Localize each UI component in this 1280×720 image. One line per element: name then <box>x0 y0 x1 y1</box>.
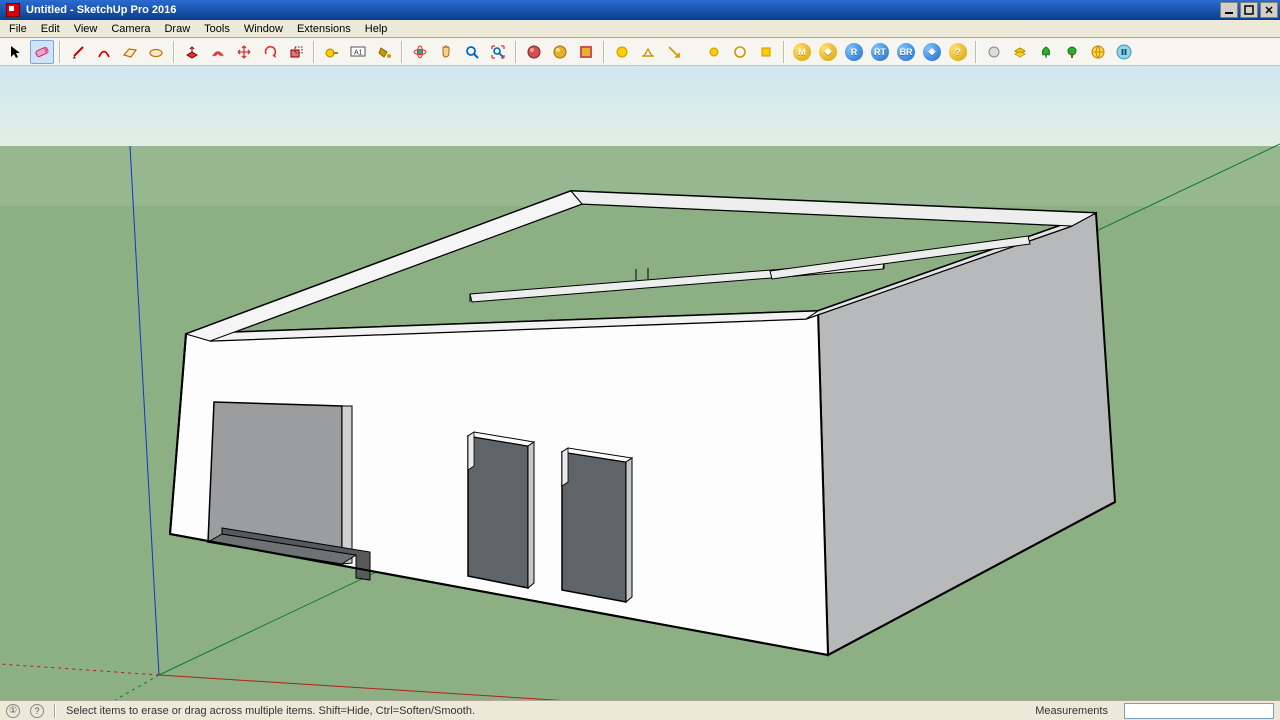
viewport-3d[interactable] <box>0 66 1280 700</box>
offset-tool[interactable] <box>206 40 230 64</box>
orbit-tool[interactable] <box>408 40 432 64</box>
menu-tools[interactable]: Tools <box>197 21 237 37</box>
window-controls <box>1218 2 1278 18</box>
badge-diamond-y[interactable]: ◆ <box>816 40 840 64</box>
ext-tool-tree-1[interactable] <box>1034 40 1058 64</box>
ext-tool-sphere[interactable] <box>982 40 1006 64</box>
shadow-toggle-a[interactable] <box>610 40 634 64</box>
badge-help[interactable]: ? <box>946 40 970 64</box>
window-titlebar: Untitled - SketchUp Pro 2016 <box>0 0 1280 20</box>
render-button-3[interactable] <box>574 40 598 64</box>
badge-diamond-b[interactable]: ◆ <box>920 40 944 64</box>
shadow-toggle-b[interactable] <box>636 40 660 64</box>
render-button-2[interactable] <box>548 40 572 64</box>
menu-edit[interactable]: Edit <box>34 21 67 37</box>
measurements-label: Measurements <box>1029 705 1114 717</box>
ext-tool-tree-2[interactable] <box>1060 40 1084 64</box>
maximize-button[interactable] <box>1240 2 1258 18</box>
badge-m-label: M <box>798 47 806 57</box>
shadow-toggle-f[interactable] <box>754 40 778 64</box>
toolbar-sep-1 <box>59 41 61 63</box>
zoom-tool[interactable] <box>460 40 484 64</box>
menu-view[interactable]: View <box>67 21 105 37</box>
badge-br[interactable]: BR <box>894 40 918 64</box>
minimize-button[interactable] <box>1220 2 1238 18</box>
app-icon <box>6 3 20 17</box>
rectangle-tool[interactable] <box>118 40 142 64</box>
zoom-extents-tool[interactable] <box>486 40 510 64</box>
text-tool[interactable]: A1 <box>346 40 370 64</box>
toolbar-sep-6 <box>603 41 605 63</box>
status-info-icon[interactable]: ① <box>6 704 20 718</box>
toolbar-sep-7 <box>783 41 785 63</box>
menu-bar: File Edit View Camera Draw Tools Window … <box>0 20 1280 38</box>
badge-r[interactable]: R <box>842 40 866 64</box>
badge-help-label: ? <box>955 47 961 57</box>
shadow-toggle-c[interactable] <box>662 40 686 64</box>
toolbar-sep-8 <box>975 41 977 63</box>
tape-measure-tool[interactable] <box>320 40 344 64</box>
pushpull-tool[interactable] <box>180 40 204 64</box>
ext-tool-layers[interactable] <box>1008 40 1032 64</box>
eraser-tool[interactable] <box>30 40 54 64</box>
scale-tool[interactable] <box>284 40 308 64</box>
shadow-toggle-e[interactable] <box>728 40 752 64</box>
paint-bucket-tool[interactable] <box>372 40 396 64</box>
menu-window[interactable]: Window <box>237 21 290 37</box>
shadow-toggle-d[interactable] <box>702 40 726 64</box>
svg-text:A1: A1 <box>354 49 363 56</box>
ext-tool-globe[interactable] <box>1086 40 1110 64</box>
status-help-icon[interactable]: ? <box>30 704 44 718</box>
pan-tool[interactable] <box>434 40 458 64</box>
menu-help[interactable]: Help <box>358 21 395 37</box>
line-tool[interactable] <box>66 40 90 64</box>
badge-rt-label: RT <box>874 47 886 57</box>
status-hint: Select items to erase or drag across mul… <box>66 705 475 717</box>
shadow-sep <box>688 40 700 64</box>
main-toolbar: A1 M ◆ R <box>0 38 1280 66</box>
badge-m[interactable]: M <box>790 40 814 64</box>
menu-camera[interactable]: Camera <box>104 21 157 37</box>
badge-br-label: BR <box>900 47 913 57</box>
badge-r-label: R <box>851 47 858 57</box>
menu-draw[interactable]: Draw <box>157 21 197 37</box>
move-tool[interactable] <box>232 40 256 64</box>
menu-file[interactable]: File <box>2 21 34 37</box>
arc-tool[interactable] <box>92 40 116 64</box>
toolbar-sep-5 <box>515 41 517 63</box>
render-button-1[interactable] <box>522 40 546 64</box>
badge-rt[interactable]: RT <box>868 40 892 64</box>
toolbar-sep-4 <box>401 41 403 63</box>
menu-extensions[interactable]: Extensions <box>290 21 358 37</box>
toolbar-sep-3 <box>313 41 315 63</box>
status-bar: ① ? Select items to erase or drag across… <box>0 700 1280 720</box>
circle-tool[interactable] <box>144 40 168 64</box>
rotate-tool[interactable] <box>258 40 282 64</box>
close-button[interactable] <box>1260 2 1278 18</box>
window-title: Untitled - SketchUp Pro 2016 <box>24 4 1218 16</box>
measurements-input[interactable] <box>1124 703 1274 719</box>
select-tool[interactable] <box>4 40 28 64</box>
status-sep <box>54 704 56 718</box>
ext-tool-pause[interactable] <box>1112 40 1136 64</box>
toolbar-sep-2 <box>173 41 175 63</box>
